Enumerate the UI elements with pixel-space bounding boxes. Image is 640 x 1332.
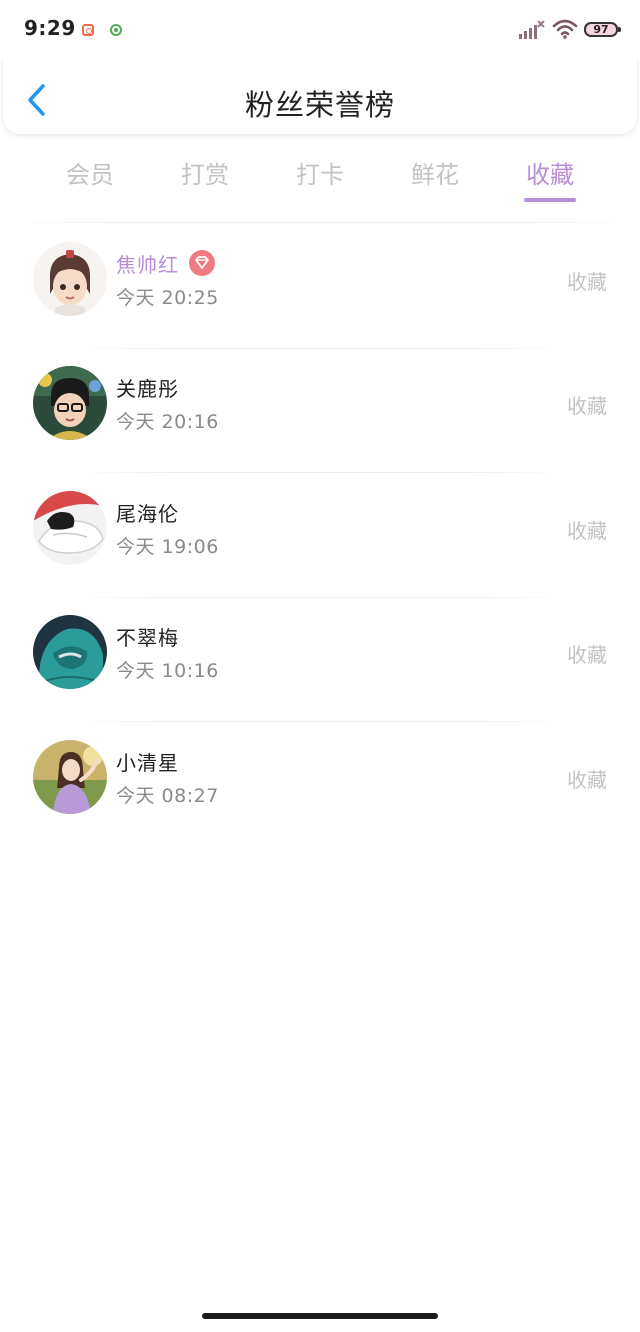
- timestamp: 今天 20:16: [116, 411, 219, 433]
- user-name: 关鹿彤: [116, 377, 179, 401]
- avatar[interactable]: [33, 740, 107, 814]
- avatar-illustration: [33, 366, 107, 440]
- list-item[interactable]: 不翠梅 今天 10:16 收藏: [0, 598, 640, 722]
- list-item[interactable]: 尾海伦 今天 19:06 收藏: [0, 474, 640, 598]
- tab-bar: 会员 打赏 打卡 鲜花 收藏: [0, 145, 640, 205]
- notification-app-icon: [82, 24, 94, 36]
- wifi-icon: [552, 19, 578, 39]
- battery-icon: 97: [584, 22, 621, 37]
- timestamp: 今天 19:06: [116, 536, 219, 558]
- action-label: 收藏: [567, 270, 607, 294]
- avatar[interactable]: [33, 491, 107, 565]
- vip-badge: [189, 250, 215, 276]
- avatar-illustration: [33, 615, 107, 689]
- page-title: 粉丝荣誉榜: [244, 88, 395, 122]
- timestamp: 今天 20:25: [116, 287, 219, 309]
- avatar-illustration: [33, 242, 107, 316]
- avatar-illustration: [33, 491, 107, 565]
- user-name: 不翠梅: [116, 626, 179, 650]
- tab-tips[interactable]: 打赏: [165, 155, 245, 190]
- avatar-illustration: [33, 740, 107, 814]
- action-label: 收藏: [567, 394, 607, 418]
- notification-app-icon: [110, 24, 122, 36]
- avatar[interactable]: [33, 366, 107, 440]
- divider: [70, 721, 570, 722]
- diamond-icon: [195, 256, 209, 269]
- avatar[interactable]: [33, 615, 107, 689]
- divider: [24, 222, 616, 223]
- tab-checkin[interactable]: 打卡: [280, 155, 360, 190]
- timestamp: 今天 10:16: [116, 660, 219, 682]
- timestamp: 今天 08:27: [116, 785, 219, 807]
- tab-flowers[interactable]: 鲜花: [395, 155, 475, 190]
- user-name: 尾海伦: [116, 502, 179, 526]
- status-time: 9:29: [24, 16, 76, 40]
- user-name: 小清星: [116, 751, 179, 775]
- user-name: 焦帅红: [116, 253, 179, 277]
- list-item[interactable]: 小清星 今天 08:27 收藏: [0, 723, 640, 847]
- active-tab-indicator: [524, 198, 576, 202]
- tab-members[interactable]: 会员: [50, 155, 130, 190]
- status-bar: 9:29 97: [0, 0, 640, 60]
- action-label: 收藏: [567, 643, 607, 667]
- list-item[interactable]: 焦帅红 今天 20:25 收藏: [0, 225, 640, 349]
- cellular-signal-icon: [519, 20, 545, 39]
- list-item[interactable]: 关鹿彤 今天 20:16 收藏: [0, 349, 640, 473]
- divider: [70, 472, 570, 473]
- action-label: 收藏: [567, 768, 607, 792]
- home-indicator[interactable]: [202, 1313, 438, 1319]
- action-label: 收藏: [567, 519, 607, 543]
- tab-favorites[interactable]: 收藏: [510, 155, 590, 190]
- header: 粉丝荣誉榜: [2, 60, 638, 135]
- avatar[interactable]: [33, 242, 107, 316]
